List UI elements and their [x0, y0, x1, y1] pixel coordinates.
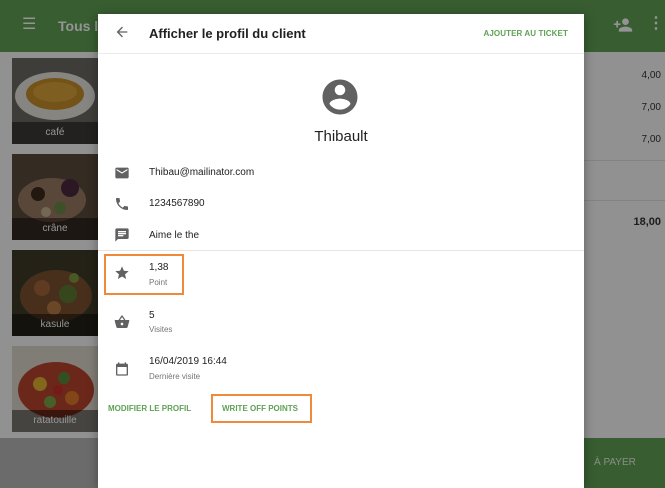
basket-icon: [114, 315, 130, 328]
modify-profile-button[interactable]: MODIFIER LE PROFIL: [108, 404, 191, 413]
write-off-points-button[interactable]: WRITE OFF POINTS: [222, 404, 298, 413]
points-label: Point: [149, 278, 168, 287]
customer-profile-dialog: Afficher le profil du client AJOUTER AU …: [98, 14, 584, 488]
points-value: 1,38: [149, 262, 169, 273]
phone-icon: [116, 198, 128, 210]
account-circle-icon: [322, 79, 358, 115]
dialog-title: Afficher le profil du client: [149, 26, 306, 41]
email-icon: [115, 167, 129, 179]
divider: [98, 250, 584, 251]
arrow-back-icon[interactable]: [114, 24, 130, 40]
add-to-ticket-button[interactable]: AJOUTER AU TICKET: [483, 29, 568, 38]
customer-note: Aime le the: [149, 230, 200, 241]
star-icon: [115, 266, 129, 279]
customer-email: Thibau@mailinator.com: [149, 167, 255, 178]
comment-icon: [115, 228, 129, 242]
last-visit-label: Dernière visite: [149, 372, 201, 381]
last-visit-value: 16/04/2019 16:44: [149, 356, 227, 367]
customer-phone: 1234567890: [149, 198, 205, 209]
visits-value: 5: [149, 310, 155, 321]
calendar-icon: [116, 362, 128, 376]
visits-label: Visites: [149, 325, 173, 334]
customer-name: Thibault: [314, 128, 368, 145]
dialog-header: Afficher le profil du client AJOUTER AU …: [98, 14, 584, 54]
